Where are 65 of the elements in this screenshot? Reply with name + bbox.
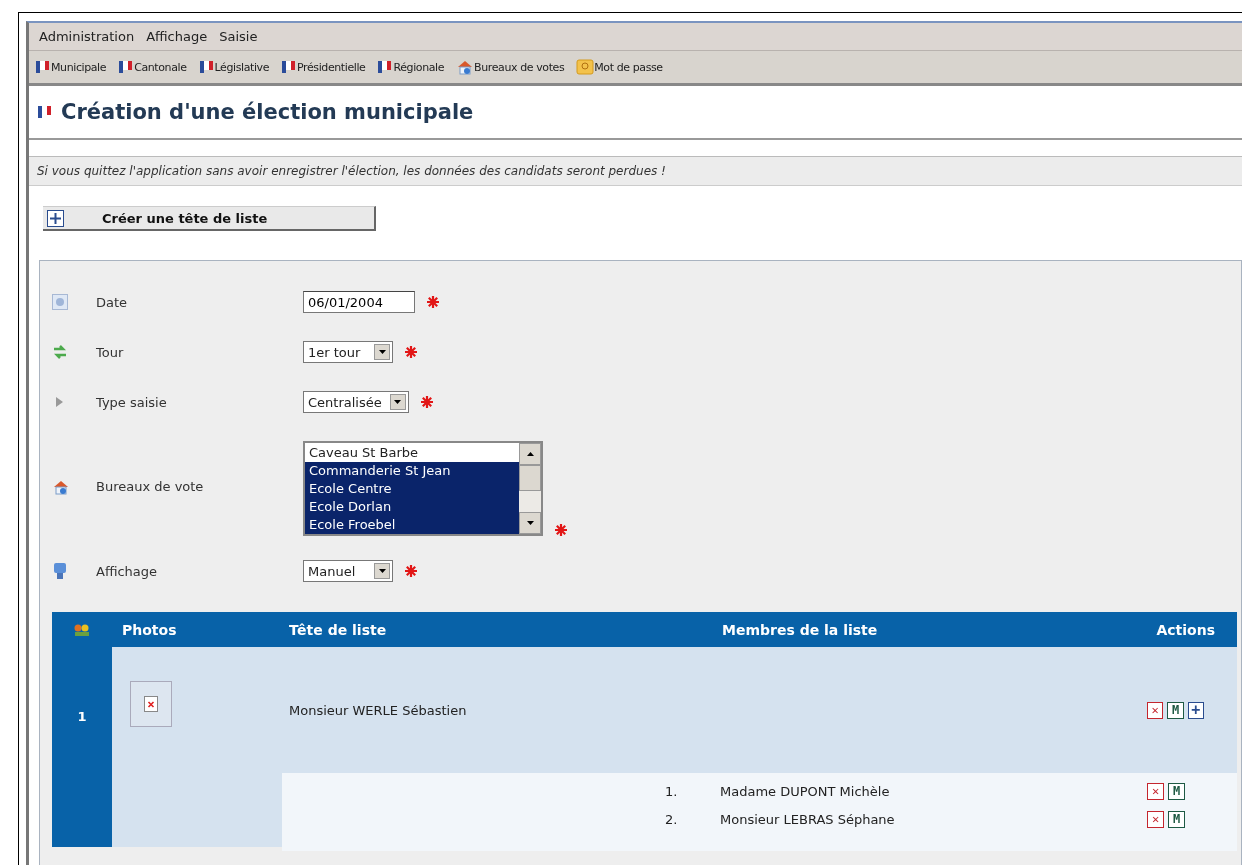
list-option[interactable]: Ecole Dorlan <box>305 498 519 516</box>
member-number: 2. <box>665 811 679 827</box>
delete-button[interactable]: ✕ <box>1147 701 1164 719</box>
broken-image-icon <box>144 696 158 712</box>
flag-icon <box>118 59 135 75</box>
column-header: Actions <box>1156 621 1216 638</box>
list-head-name: Monsieur WERLE Sébastien <box>289 702 467 718</box>
member-name: Madame DUPONT Michèle <box>720 783 891 799</box>
flag-icon <box>198 59 215 75</box>
create-list-head-button[interactable]: Créer une tête de liste <box>43 206 376 231</box>
list-option[interactable]: Commanderie St Jean <box>305 462 519 480</box>
field-label: Affichage <box>96 562 159 581</box>
toolbar-button[interactable]: Bureaux de votes <box>456 59 565 75</box>
member-name: Monsieur LEBRAS Séphane <box>720 811 896 827</box>
column-header: Tête de liste <box>289 621 388 638</box>
flag-icon <box>281 59 298 75</box>
list-option[interactable]: Caveau St Barbe <box>305 444 519 462</box>
field-label: Type saisie <box>96 393 168 412</box>
member-number: 1. <box>665 783 679 799</box>
key-icon <box>576 59 595 75</box>
toolbar-button[interactable]: Municipale <box>35 59 107 75</box>
modify-button[interactable]: M <box>1168 810 1185 828</box>
list-option[interactable]: Ecole Froebel <box>305 516 519 534</box>
menu-item[interactable]: Administration <box>37 29 141 44</box>
caret-icon <box>378 350 386 354</box>
add-button[interactable]: + <box>1187 701 1204 719</box>
toolbar-button[interactable]: Régionale <box>377 59 445 75</box>
monitor-icon <box>52 562 68 580</box>
delete-button[interactable]: ✕ <box>1147 810 1164 828</box>
field-label: Date <box>96 293 129 312</box>
menu-item[interactable]: Affichage <box>144 29 214 44</box>
caret-icon <box>378 569 386 573</box>
scroll-up-icon <box>526 452 534 456</box>
field-label: Bureaux de vote <box>96 478 205 496</box>
arrows-icon <box>52 344 68 360</box>
list-option[interactable]: Ecole Centre <box>305 480 519 498</box>
toolbar-button[interactable]: Présidentielle <box>281 59 366 75</box>
house-icon <box>52 478 70 495</box>
column-header: Membres de la liste <box>722 621 879 638</box>
toolbar-button[interactable]: Législative <box>198 59 270 75</box>
add-icon <box>47 209 64 227</box>
modify-button[interactable]: M <box>1167 701 1184 719</box>
toolbar-button[interactable]: Cantonale <box>118 59 187 75</box>
people-icon <box>73 622 91 637</box>
column-header: Photos <box>121 621 178 638</box>
modify-button[interactable]: M <box>1168 782 1185 800</box>
flag-icon <box>377 59 394 75</box>
dropdown[interactable]: Manuel <box>303 560 393 582</box>
flag-icon <box>37 104 53 120</box>
field-label: Tour <box>96 343 125 362</box>
delete-button[interactable]: ✕ <box>1147 782 1164 800</box>
date-field[interactable]: 06/01/2004 <box>303 291 415 313</box>
row-number: 1 <box>77 709 87 725</box>
dropdown[interactable]: Centralisée <box>303 391 409 413</box>
flag-icon <box>35 59 51 75</box>
dropdown[interactable]: 1er tour <box>303 341 393 363</box>
scroll-down-icon <box>526 521 534 525</box>
menu-item[interactable]: Saisie <box>217 29 264 44</box>
page-title: Création d'une élection municipale <box>61 100 474 124</box>
scrollbar[interactable] <box>519 443 541 534</box>
warning-text: Si vous quittez l'application sans avoir enregistrer l'élection, les données des candidats seront perdues ! <box>29 156 1242 186</box>
caret-icon <box>394 400 402 404</box>
calendar-icon <box>52 294 68 310</box>
list-box[interactable]: Caveau St Barbe Commanderie St Jean Ecole Centre Ecole Dorlan Ecole Froebel <box>303 441 543 536</box>
toolbar-button[interactable]: Mot de passe <box>576 59 663 75</box>
